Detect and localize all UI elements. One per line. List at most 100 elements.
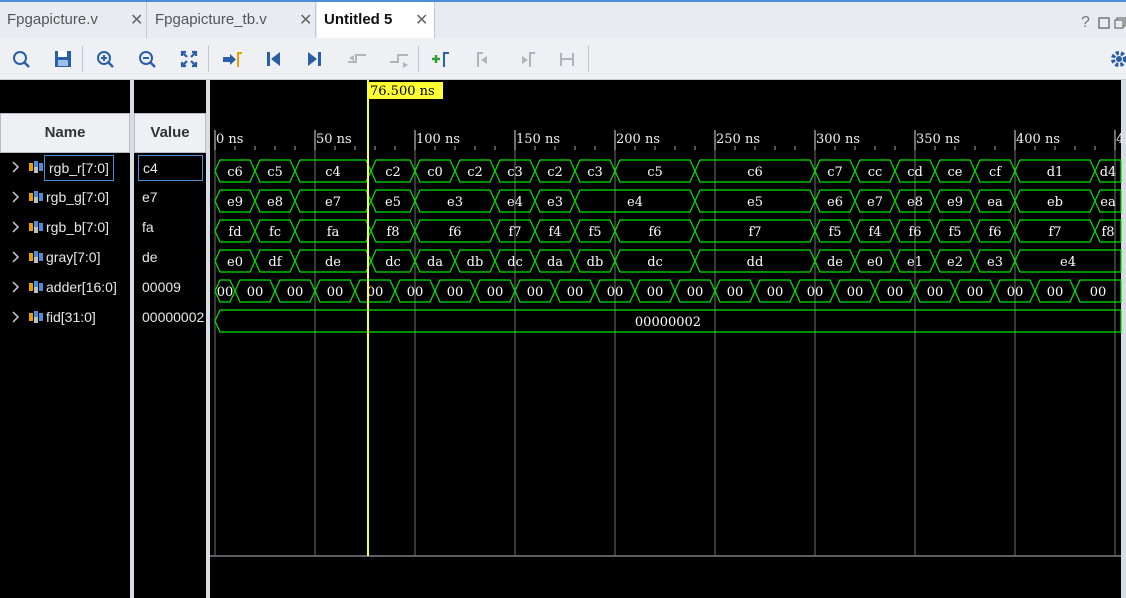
zoom-out-icon[interactable]: [134, 46, 160, 72]
window-controls: ?: [1066, 14, 1126, 34]
go-to-cursor-icon[interactable]: [218, 46, 244, 72]
close-icon[interactable]: ✕: [299, 10, 312, 30]
wave-value-label: 00: [607, 285, 624, 300]
wave-value-label: 00: [647, 285, 664, 300]
wave-value-label: e3: [547, 195, 563, 210]
wave-value-label: e7: [325, 195, 341, 210]
bus-signal-icon: [29, 311, 43, 323]
wave-value-label: e0: [867, 255, 883, 270]
wave-value-label: 00: [487, 285, 504, 300]
signal-name: rgb_g[7:0]: [46, 189, 110, 205]
wave-value-label: f5: [948, 225, 961, 240]
tab-untitled-5[interactable]: Untitled 5 ✕: [317, 2, 435, 40]
wave-value-label: dc: [507, 255, 523, 270]
wave-value-label: 00: [967, 285, 984, 300]
go-to-start-icon[interactable]: [260, 46, 286, 72]
signal-value-row: de: [134, 243, 206, 273]
zoom-fit-icon[interactable]: [176, 46, 202, 72]
wave-value-label: f8: [1101, 225, 1114, 240]
signal-row[interactable]: rgb_r[7:0]: [0, 153, 130, 183]
wave-value-label: c2: [467, 165, 483, 180]
previous-transition-icon[interactable]: [344, 46, 370, 72]
name-column-header[interactable]: Name: [0, 113, 130, 153]
wave-value-label: 00: [1090, 285, 1107, 300]
signal-name: rgb_r[7:0]: [44, 155, 114, 181]
settings-icon[interactable]: [1106, 46, 1126, 72]
close-icon[interactable]: ✕: [130, 10, 143, 30]
chevron-right-icon[interactable]: [10, 279, 22, 295]
wave-value-label: db: [467, 255, 484, 270]
add-marker-icon[interactable]: [428, 46, 454, 72]
signal-row[interactable]: rgb_b[7:0]: [0, 213, 130, 243]
time-ruler: 0 ns 50 ns 100 ns 150 ns 200 ns 250 ns 300 ns 3…: [214, 130, 1124, 150]
signal-name: adder[16:0]: [46, 279, 117, 295]
wave-value-label: 00000002: [635, 315, 701, 330]
close-icon[interactable]: ✕: [415, 10, 428, 30]
signal-row[interactable]: fid[31:0]: [0, 303, 130, 333]
zoom-in-icon[interactable]: [92, 46, 118, 72]
wave-value-label: e9: [227, 195, 243, 210]
wave-value-label: 00: [247, 285, 264, 300]
wave-value-label: cd: [907, 165, 923, 180]
chevron-right-icon[interactable]: [10, 219, 22, 235]
wave-value-label: 00: [687, 285, 704, 300]
chevron-right-icon[interactable]: [10, 249, 22, 265]
tick-label: 250 ns: [716, 132, 760, 147]
tick-label: 4: [1116, 132, 1124, 147]
wave-value-label: e8: [907, 195, 923, 210]
wave-value-label: f7: [1048, 225, 1061, 240]
wave-value-label: db: [587, 255, 604, 270]
search-icon[interactable]: [8, 46, 34, 72]
tab-fpgapicture-tb-v[interactable]: Fpgapicture_tb.v ✕: [148, 2, 316, 38]
chevron-right-icon[interactable]: [10, 159, 22, 175]
waveforms: c6 c5 c4 c2 c0 c2 c3 c2 c3 c5 c6 c7 cc cd ce cf d1 d4 e9 e8…: [214, 159, 1122, 333]
chevron-right-icon[interactable]: [10, 189, 22, 205]
tick-label: 400 ns: [1016, 132, 1060, 147]
wave-value-label: 00: [447, 285, 464, 300]
wave-value-label: 00: [287, 285, 304, 300]
value-column-header[interactable]: Value: [134, 113, 206, 153]
signal-value: 00009: [142, 279, 181, 295]
tick-label: 50 ns: [316, 132, 352, 147]
tab-fpgapicture-v[interactable]: Fpgapicture.v ✕: [0, 2, 147, 38]
wave-value-label: ea: [1100, 195, 1116, 210]
wave-value-label: f5: [828, 225, 841, 240]
time-cursor[interactable]: 76.500 ns: [367, 80, 443, 556]
wave-value-label: e3: [447, 195, 463, 210]
previous-marker-icon[interactable]: [470, 46, 496, 72]
toolbar-separator: [208, 46, 209, 72]
toolbar: [0, 38, 1126, 80]
signal-value: c4: [138, 155, 203, 181]
save-icon[interactable]: [50, 46, 76, 72]
maximize-icon[interactable]: [1098, 17, 1110, 29]
signal-row[interactable]: gray[7:0]: [0, 243, 130, 273]
signal-value-row: fa: [134, 213, 206, 243]
wave-value-label: de: [827, 255, 843, 270]
swap-cursors-icon[interactable]: [554, 46, 580, 72]
signal-row[interactable]: adder[16:0]: [0, 273, 130, 303]
wave-value-label: da: [547, 255, 563, 270]
next-transition-icon[interactable]: [386, 46, 412, 72]
signal-row[interactable]: rgb_g[7:0]: [0, 183, 130, 213]
wave-value-label: 00: [1047, 285, 1064, 300]
wave-value-label: df: [268, 255, 282, 270]
wave-value-label: 00: [217, 285, 234, 300]
bus-signal-icon: [29, 161, 43, 173]
help-icon[interactable]: ?: [1081, 14, 1090, 32]
wave-value-label: e3: [987, 255, 1003, 270]
chevron-right-icon[interactable]: [10, 309, 22, 325]
wave-value-label: e4: [627, 195, 643, 210]
wave-value-label: f7: [748, 225, 761, 240]
wave-value-label: fd: [228, 225, 241, 240]
wave-value-label: e5: [747, 195, 763, 210]
cursor-label: 76.500 ns: [370, 84, 435, 99]
restore-icon[interactable]: [1114, 17, 1126, 29]
wave-value-label: e2: [947, 255, 963, 270]
waveform-area[interactable]: 0 ns 50 ns 100 ns 150 ns 200 ns 250 ns 300 ns 3…: [210, 80, 1126, 598]
tick-label: 350 ns: [916, 132, 960, 147]
wave-value-label: 00: [527, 285, 544, 300]
tab-label: Fpgapicture_tb.v: [155, 11, 267, 28]
next-marker-icon[interactable]: [512, 46, 538, 72]
wave-value-label: eb: [1047, 195, 1063, 210]
go-to-end-icon[interactable]: [302, 46, 328, 72]
